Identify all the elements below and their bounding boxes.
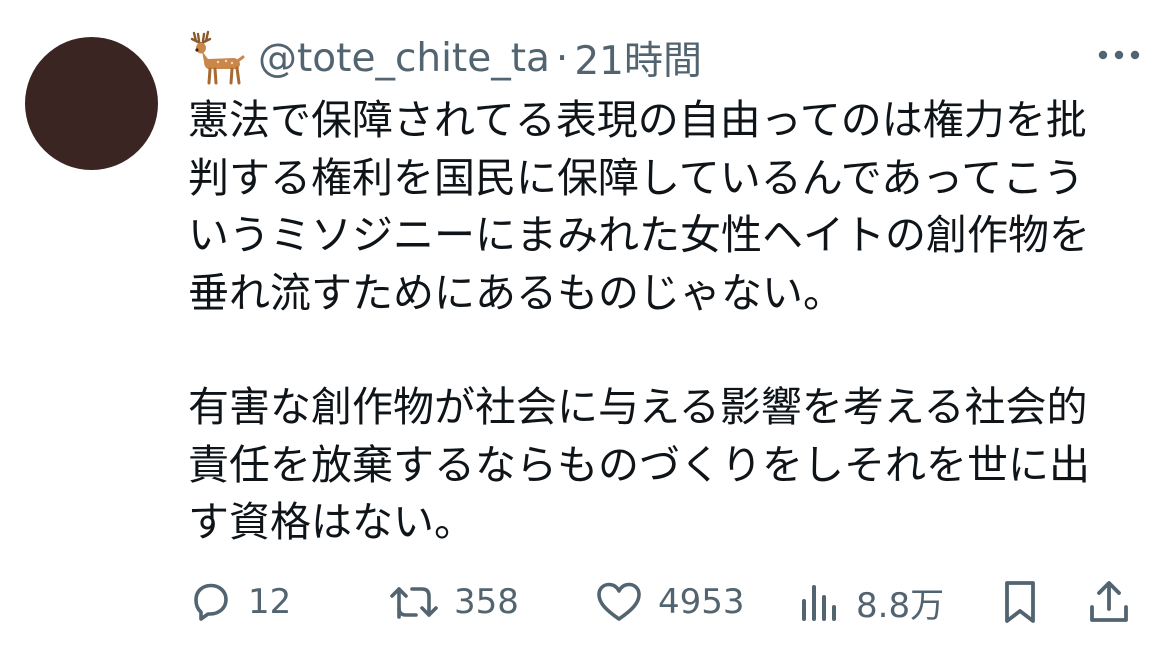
tweet-text-line: 憲法で保障されてる表現の自由ってのは権力を批 <box>188 96 1087 144</box>
tweet-actions: 12 358 4953 8.8万 <box>188 574 1138 630</box>
retweet-button[interactable]: 358 <box>388 574 519 630</box>
tweet-text: 憲法で保障されてる表現の自由ってのは権力を批 判する権利を国民に保障しているんで… <box>188 92 1138 552</box>
tweet-text-line: 有害な創作物が社会に与える影響を考える社会的 <box>188 383 1088 431</box>
views-button[interactable]: 8.8万 <box>798 574 944 630</box>
tweet-header: @tote_chite_ta · 21時間 <box>188 28 1148 88</box>
reply-count: 12 <box>248 582 292 622</box>
more-options-icon[interactable] <box>1098 45 1140 65</box>
avatar[interactable] <box>25 37 158 170</box>
heart-icon <box>597 582 641 621</box>
views-chart-icon <box>802 585 836 621</box>
tweet-text-line: 判する権利を国民に保障しているんであってこう <box>188 153 1085 202</box>
separator-dot: · <box>555 35 569 81</box>
view-count: 8.8万 <box>856 585 945 626</box>
like-button[interactable]: 4953 <box>594 574 745 630</box>
author-handle[interactable]: @tote_chite_ta <box>258 36 550 81</box>
tweet-text-line: 垂れ流すためにあるものじゃない。 <box>188 268 844 317</box>
like-count: 4953 <box>658 582 745 622</box>
timestamp[interactable]: 21時間 <box>574 30 702 86</box>
tweet: @tote_chite_ta · 21時間 憲法で保障されてる表現の自由ってのは… <box>0 0 1170 645</box>
share-button[interactable] <box>1086 574 1132 630</box>
share-icon <box>1090 581 1128 622</box>
bookmark-button[interactable] <box>1000 574 1040 630</box>
reply-icon <box>194 583 228 621</box>
tweet-text-line: いうミソジニーにまみれた女性ヘイトの創作物を <box>188 211 1090 259</box>
deer-icon <box>190 30 245 85</box>
retweet-count: 358 <box>454 582 519 622</box>
bookmark-icon <box>1005 581 1035 623</box>
retweet-icon <box>390 587 438 619</box>
reply-button[interactable]: 12 <box>188 574 291 630</box>
tweet-text-line: す資格はない。 <box>188 498 475 546</box>
tweet-text-line: 責任を放棄するならものづくりをしそれを世に出 <box>188 440 1090 489</box>
